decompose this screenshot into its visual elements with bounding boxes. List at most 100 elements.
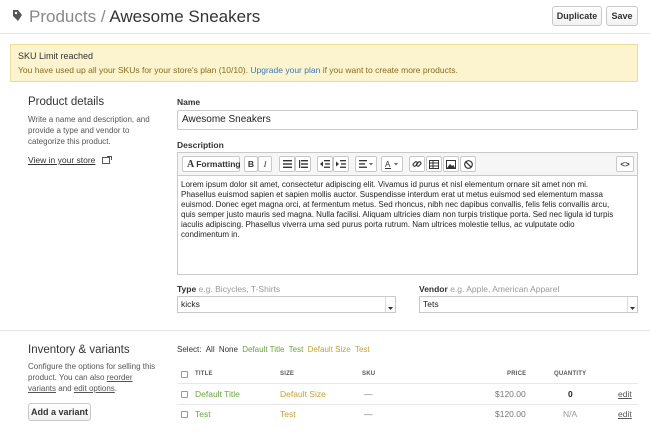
formatting-dropdown[interactable]: A Formatting [182,156,241,172]
page-title: Awesome Sneakers [109,7,261,26]
bullet-list-icon [282,160,292,168]
chevron-down-icon [630,307,635,310]
insert-link-button[interactable] [409,156,425,172]
image-icon [446,159,456,169]
variants-table-header: TITLE SIZE SKU PRICE QUANTITY [177,365,638,383]
edit-options-link[interactable]: edit options [74,384,115,393]
inventory-desc-text: product. You can also [28,373,105,382]
tag-icon [13,10,22,21]
numbered-list-icon [298,160,308,168]
variant-title-link[interactable]: Test [195,409,211,419]
table-row: Default Title Default Size — $120.00 0 e… [177,384,638,404]
description-text: Lorem ipsum dolor sit amet, consectetur … [181,180,633,240]
editor-toolbar: A Formatting B I A <> [177,152,638,176]
outdent-icon [320,160,330,168]
add-variant-button[interactable]: Add a variant [28,403,91,421]
variant-quantity: 0 [568,389,573,399]
variant-price: $120.00 [495,389,526,399]
description-line: euismod. Donec eget magna orci, at ferme… [181,200,610,209]
type-label-row: Type e.g. Bicycles, T-Shirts [177,284,280,294]
inventory-desc-line: Configure the options for selling this [28,362,156,371]
upgrade-plan-link[interactable]: Upgrade your plan [250,65,320,75]
description-line: iaculis adipiscing. Phasellus viverra ur… [181,220,575,229]
type-select[interactable]: kicks [177,296,396,313]
duplicate-button[interactable]: Duplicate [552,6,602,26]
svg-text:A: A [385,160,391,169]
select-all-checkbox[interactable] [181,371,188,378]
select-all-link[interactable]: All [206,345,215,354]
type-hint: e.g. Bicycles, T-Shirts [198,284,281,294]
view-in-store-link[interactable]: View in your store [28,155,95,165]
product-details-description: Write a name and description, and provid… [28,114,150,147]
external-link-icon [101,156,112,164]
variants-link[interactable]: variants [28,384,56,393]
variant-sku: — [364,389,373,399]
description-editor[interactable]: Lorem ipsum dolor sit amet, consectetur … [177,175,638,275]
banner-text: You have used up all your SKUs for your … [18,65,458,75]
bullet-list-button[interactable] [279,156,295,172]
sku-limit-banner: SKU Limit reached You have used up all y… [10,44,638,82]
column-title: TITLE [195,371,213,377]
link-icon [412,161,422,167]
variant-price: $120.00 [495,409,526,419]
bold-button[interactable]: B [244,156,258,172]
variant-size: Default Size [280,389,326,399]
page-header: Products / Awesome Sneakers Duplicate Sa… [0,0,650,34]
select-option-link[interactable]: Test [355,345,370,354]
inventory-title: Inventory & variants [28,344,130,356]
variant-title-link[interactable]: Default Title [195,389,240,399]
view-in-store-row: View in your store [28,155,112,165]
breadcrumb: Products / Awesome Sneakers [29,7,260,27]
product-details-title: Product details [28,96,105,108]
clear-format-icon [463,159,473,169]
select-option-link[interactable]: Default Title [242,345,284,354]
column-sku: SKU [362,371,376,377]
format-a-icon: A [187,158,195,170]
banner-text-after: if you want to create more products. [322,65,458,75]
name-input[interactable]: Awesome Sneakers [177,110,638,130]
description-line: condimentum in. [181,230,240,239]
vendor-label-row: Vendor e.g. Apple, American Apparel [419,284,559,294]
insert-image-button[interactable] [443,156,459,172]
vendor-label: Vendor [419,284,448,294]
indent-button[interactable] [333,156,349,172]
indent-icon [336,160,346,168]
description-line: quis semper justo mauris sed magna. Null… [181,210,614,219]
select-none-link[interactable]: None [219,345,238,354]
row-checkbox[interactable] [181,411,188,418]
vendor-select[interactable]: Tets [419,296,638,313]
description-line: Lorem ipsum dolor sit amet, consectetur … [181,180,589,189]
table-row: Test Test — $120.00 N/A edit [177,405,638,425]
clear-formatting-button[interactable] [460,156,476,172]
edit-variant-link[interactable]: edit [618,409,632,419]
name-input-value: Awesome Sneakers [182,114,271,125]
select-option-link[interactable]: Test [289,345,304,354]
formatting-label: Formatting [196,159,241,169]
numbered-list-button[interactable] [295,156,311,172]
align-dropdown[interactable] [355,156,377,172]
insert-table-button[interactable] [426,156,442,172]
row-checkbox[interactable] [181,391,188,398]
variant-selector: Select: All None Default Title Test Defa… [177,345,370,354]
chevron-down-icon [388,307,393,310]
type-label: Type [177,284,197,294]
outdent-button[interactable] [317,156,333,172]
variant-size: Test [280,409,296,419]
select-option-link[interactable]: Default Size [308,345,351,354]
edit-variant-link[interactable]: edit [618,389,632,399]
italic-button[interactable]: I [258,156,272,172]
reorder-link[interactable]: reorder [107,373,133,382]
breadcrumb-separator: / [100,7,106,26]
inventory-desc-and: and [58,384,72,393]
details-desc-line: categorize this product. [28,137,111,146]
text-color-dropdown[interactable]: A [381,156,403,172]
variant-quantity: N/A [563,409,578,419]
html-source-button[interactable]: <> [616,156,634,172]
inventory-desc-line: product. You can also reorder [28,372,168,383]
save-button[interactable]: Save [606,6,638,26]
details-desc-line: provide a type and vendor to [28,126,130,135]
text-color-icon: A [385,160,398,169]
breadcrumb-products[interactable]: Products [29,7,96,26]
select-label: Select: [177,345,202,354]
column-quantity: QUANTITY [554,371,587,377]
